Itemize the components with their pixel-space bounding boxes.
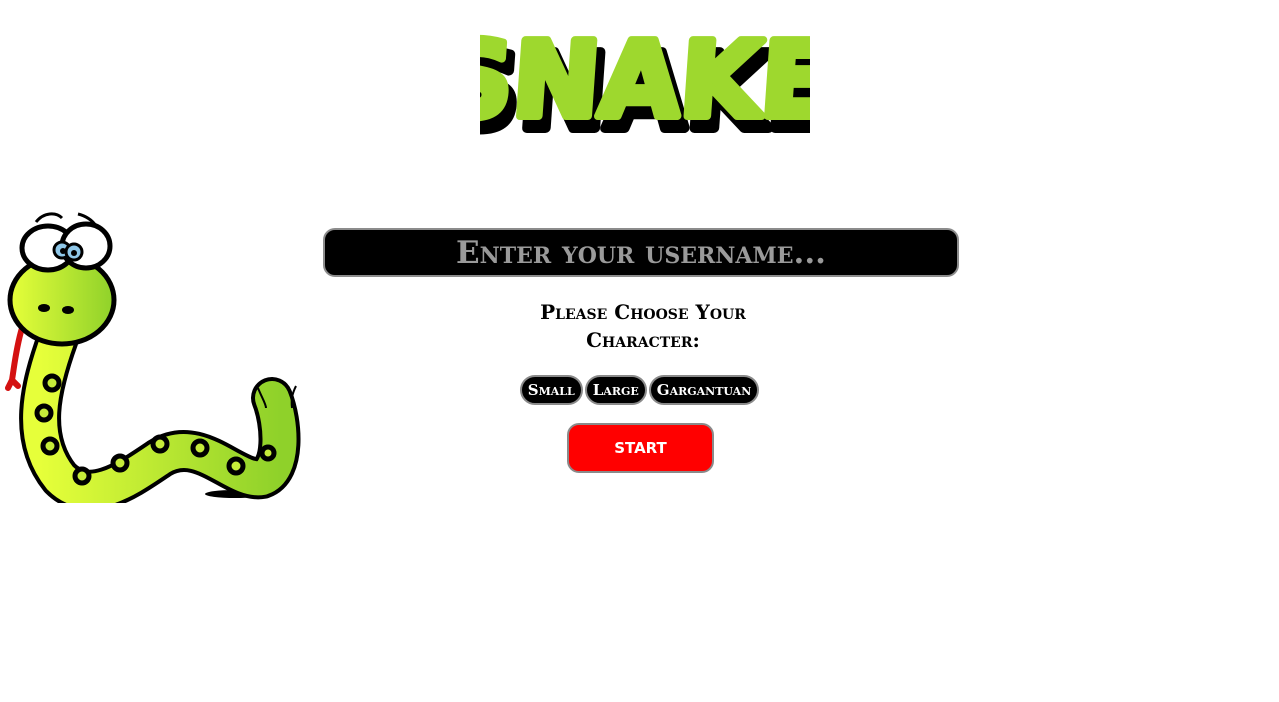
logo-text: SNAKE xyxy=(480,19,810,138)
character-prompt-line1: Please Choose Your xyxy=(540,300,746,324)
character-options: Small Large Gargantuan xyxy=(0,375,1279,405)
character-large-button[interactable]: Large xyxy=(584,375,647,405)
snake-logo: SNAKE SNAKE xyxy=(480,15,810,138)
cartoon-snake-icon xyxy=(5,212,301,503)
character-gargantuan-button[interactable]: Gargantuan xyxy=(648,375,760,405)
character-prompt: Please Choose Your Character: xyxy=(520,298,766,354)
snake-start-page: SNAKE SNAKE Enter your username... Pleas… xyxy=(0,0,1279,702)
username-input[interactable] xyxy=(323,228,959,277)
start-button[interactable]: START xyxy=(567,423,714,473)
character-prompt-line2: Character: xyxy=(586,328,700,352)
character-small-button[interactable]: Small xyxy=(519,375,583,405)
